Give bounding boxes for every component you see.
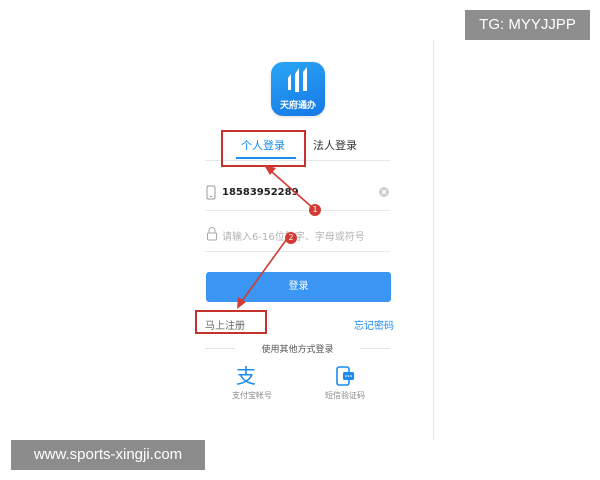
annotation-marker-1: 1 — [309, 204, 321, 216]
site-watermark: www.sports-xingji.com — [11, 440, 205, 470]
arrow-1 — [264, 165, 314, 209]
annotation-marker-2: 2 — [285, 232, 297, 244]
arrow-2 — [237, 235, 290, 309]
annotation-arrows — [237, 165, 314, 309]
